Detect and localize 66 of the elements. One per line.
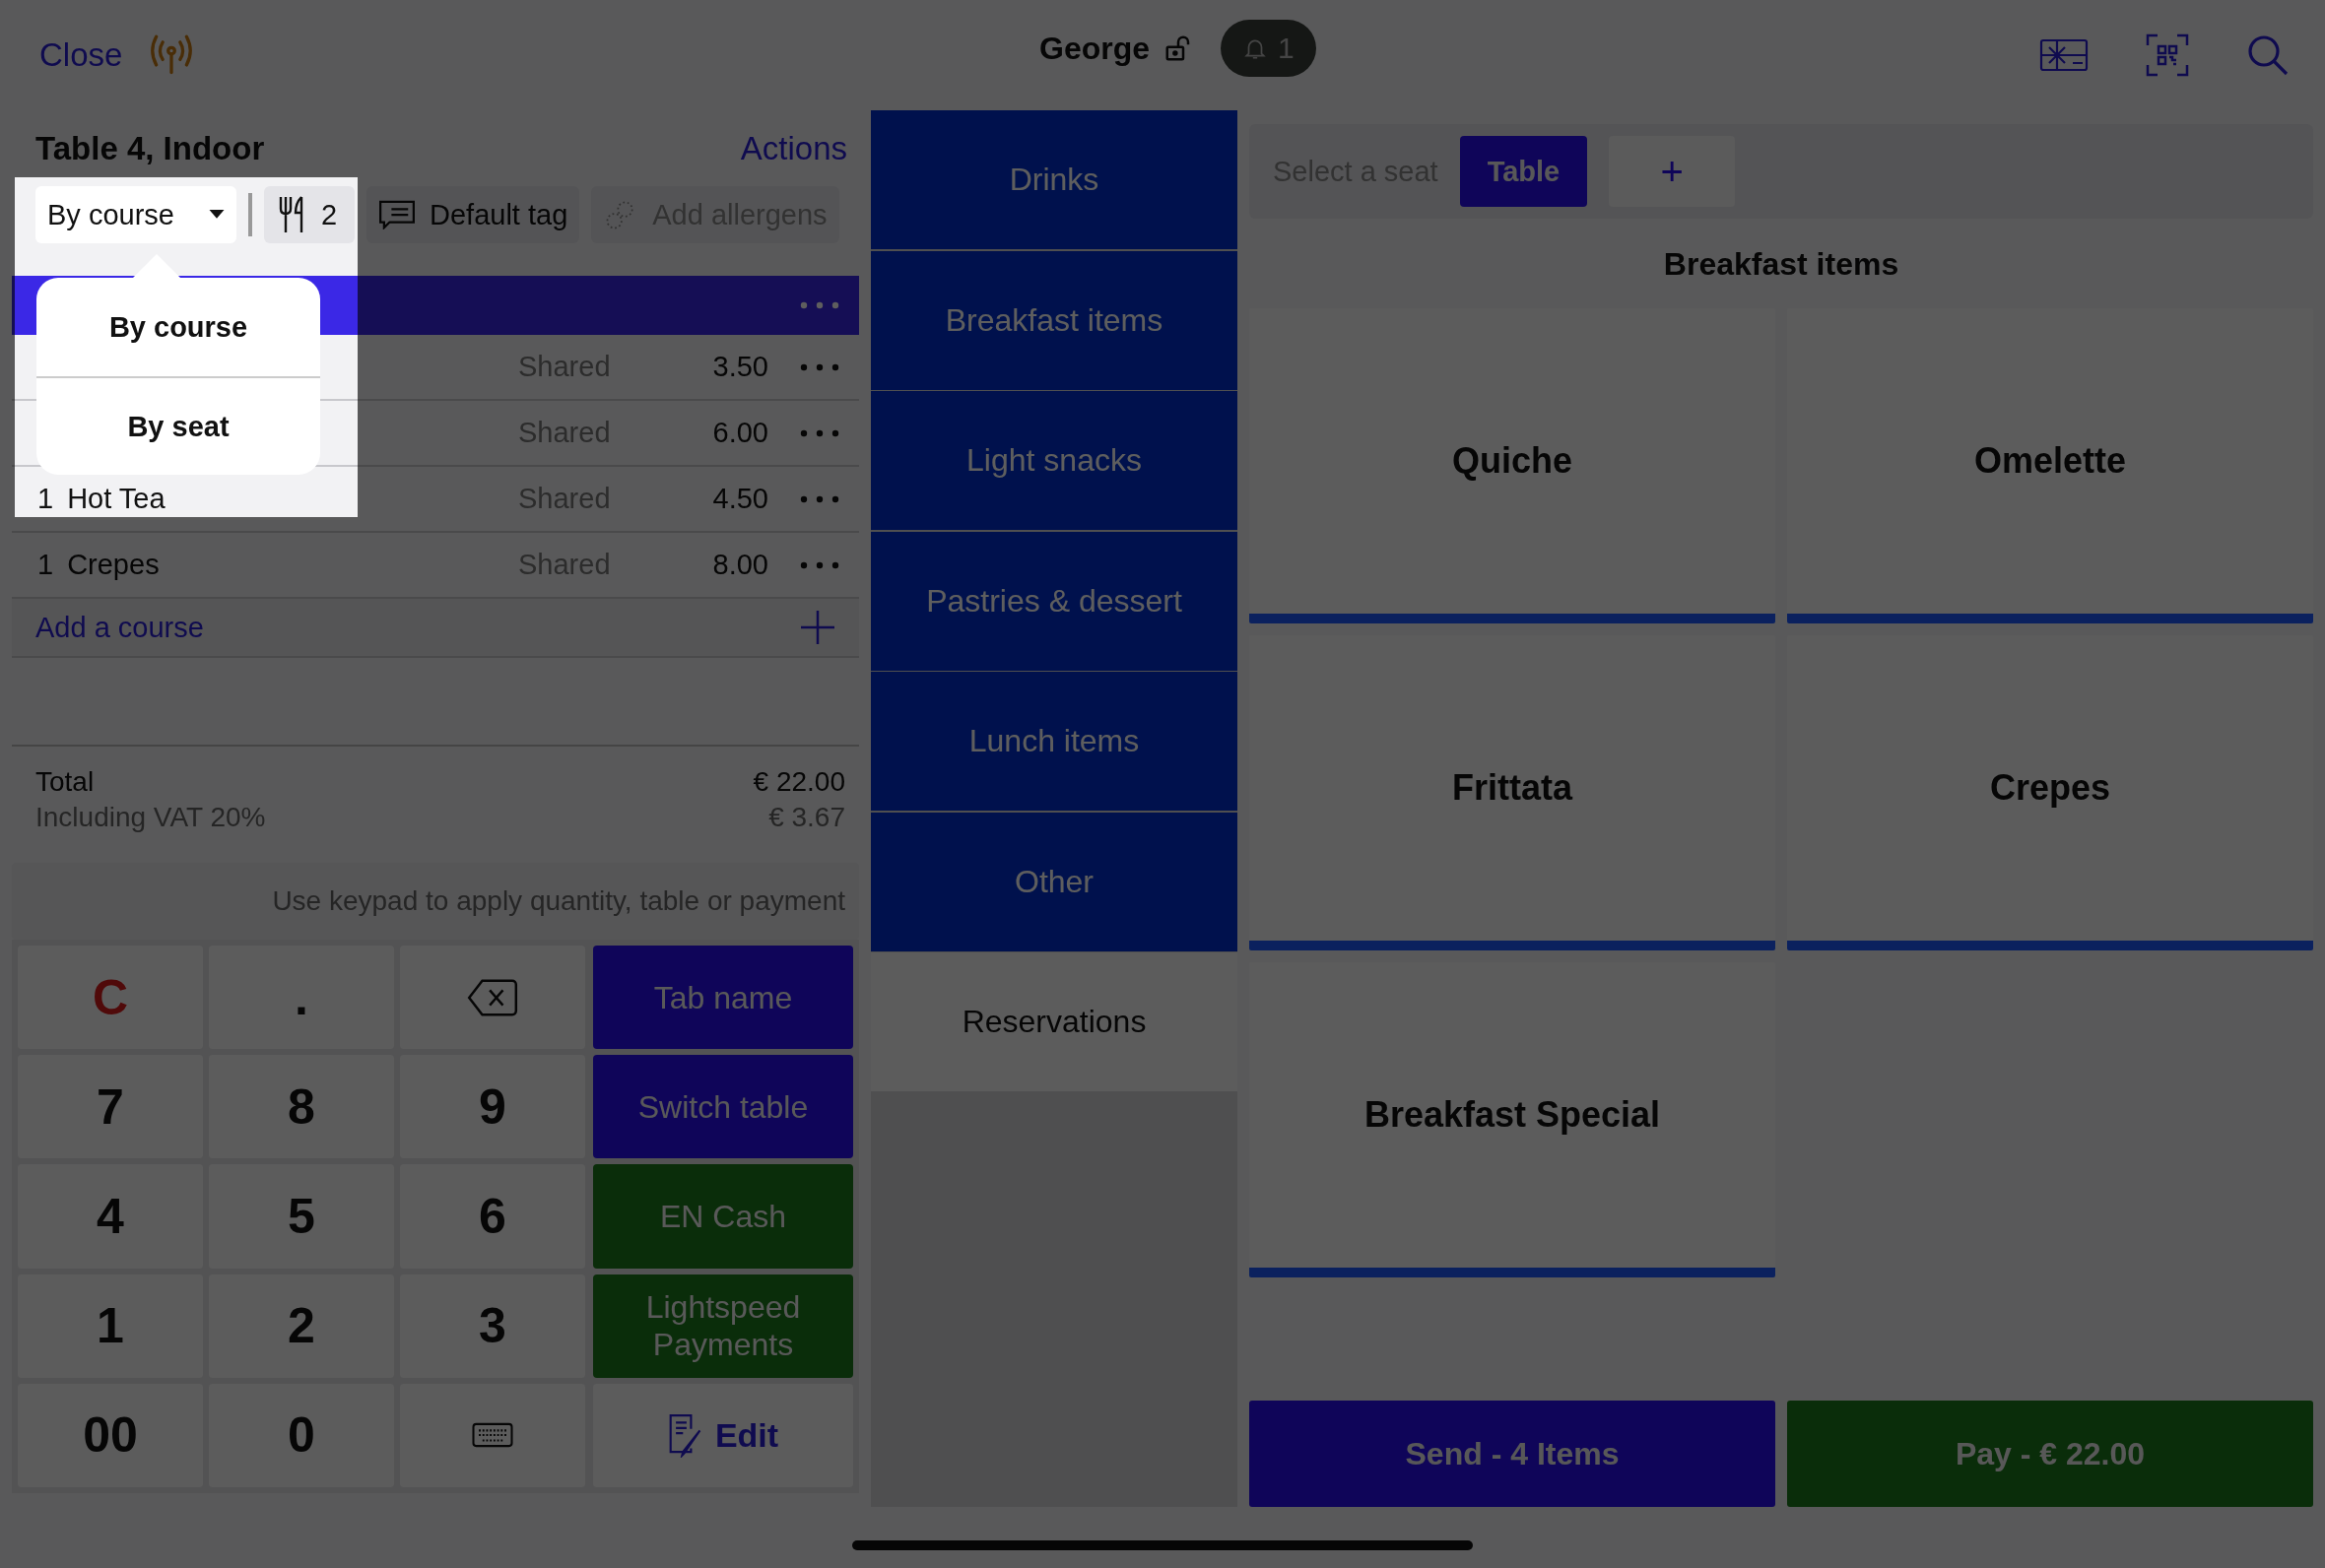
gift-card-icon[interactable] (2039, 37, 2089, 73)
action-button[interactable]: Edit (593, 1383, 853, 1487)
action-button[interactable]: EN Cash (593, 1164, 853, 1269)
send-button[interactable]: Send - 4 Items (1249, 1401, 1775, 1507)
keyboard-key[interactable] (400, 1383, 585, 1487)
clear-key[interactable]: C (18, 946, 203, 1050)
tag-icon (378, 200, 416, 229)
guests-button[interactable]: 2 (264, 186, 355, 243)
item-quantity: 1 (37, 549, 54, 581)
more-icon[interactable] (800, 428, 839, 437)
more-icon[interactable] (800, 494, 839, 503)
menu-item[interactable]: By course (36, 278, 320, 376)
more-icon[interactable] (800, 560, 839, 569)
reservations-tab[interactable]: Reservations (871, 952, 1237, 1091)
action-button[interactable]: Lightspeed Payments (593, 1274, 853, 1378)
edit-icon (667, 1412, 703, 1459)
actions-link[interactable]: Actions (740, 130, 847, 167)
category-tab[interactable]: Drinks (871, 110, 1237, 249)
digit-key[interactable]: 1 (18, 1274, 203, 1378)
table-title: Table 4, Indoor (35, 130, 265, 167)
action-button[interactable]: Switch table (593, 1055, 853, 1159)
digit-key[interactable]: 00 (18, 1383, 203, 1487)
category-tab[interactable]: Lunch items (871, 672, 1237, 811)
category-tab[interactable]: Other (871, 812, 1237, 951)
products-title: Breakfast items (1662, 246, 1900, 283)
item-price: 6.00 (711, 417, 768, 449)
item-name: Crepes (67, 549, 160, 581)
backspace-key[interactable] (400, 946, 585, 1050)
tag-button[interactable]: Default tag (366, 186, 580, 243)
more-icon[interactable] (800, 301, 839, 309)
more-icon[interactable] (800, 362, 839, 371)
digit-key[interactable]: 4 (18, 1164, 203, 1269)
pay-button[interactable]: Pay - € 22.00 (1787, 1401, 2313, 1507)
item-price: 3.50 (711, 351, 768, 383)
item-quantity: 1 (37, 483, 54, 515)
digit-key[interactable]: 7 (18, 1055, 203, 1159)
backspace-icon (467, 977, 518, 1017)
add-seat-button[interactable]: + (1609, 136, 1736, 207)
category-tab[interactable]: Light snacks (871, 391, 1237, 530)
add-icon[interactable] (800, 610, 835, 645)
digit-key[interactable]: 6 (400, 1164, 585, 1269)
digit-key[interactable]: 0 (209, 1383, 394, 1487)
digit-key[interactable]: . (209, 946, 394, 1050)
total-label: Total (35, 765, 95, 799)
digit-key[interactable]: 3 (400, 1274, 585, 1378)
category-tab[interactable]: Breakfast items (871, 250, 1237, 390)
search-icon[interactable] (2246, 33, 2290, 77)
menu-item[interactable]: By seat (36, 376, 320, 475)
caret-icon (209, 210, 225, 220)
close-link[interactable]: Close (39, 36, 123, 74)
user-name: George (1039, 30, 1151, 67)
action-button[interactable]: Tab name (593, 946, 853, 1050)
item-name: Hot Tea (67, 483, 166, 515)
qr-code-icon[interactable] (2146, 33, 2189, 77)
category-tab[interactable]: Pastries & dessert (871, 531, 1237, 671)
item-price: 8.00 (711, 549, 768, 581)
view-dropdown[interactable]: By course (35, 186, 236, 243)
digit-key[interactable]: 9 (400, 1055, 585, 1159)
digit-key[interactable]: 2 (209, 1274, 394, 1378)
add-course-link[interactable]: Add a course (35, 611, 204, 644)
item-price: 4.50 (711, 483, 768, 515)
digit-key[interactable]: 5 (209, 1164, 394, 1269)
keyboard-icon (471, 1422, 514, 1449)
total-amount: € 22.00 (753, 765, 845, 799)
digit-key[interactable]: 8 (209, 1055, 394, 1159)
seat-button[interactable]: Table (1459, 136, 1588, 207)
